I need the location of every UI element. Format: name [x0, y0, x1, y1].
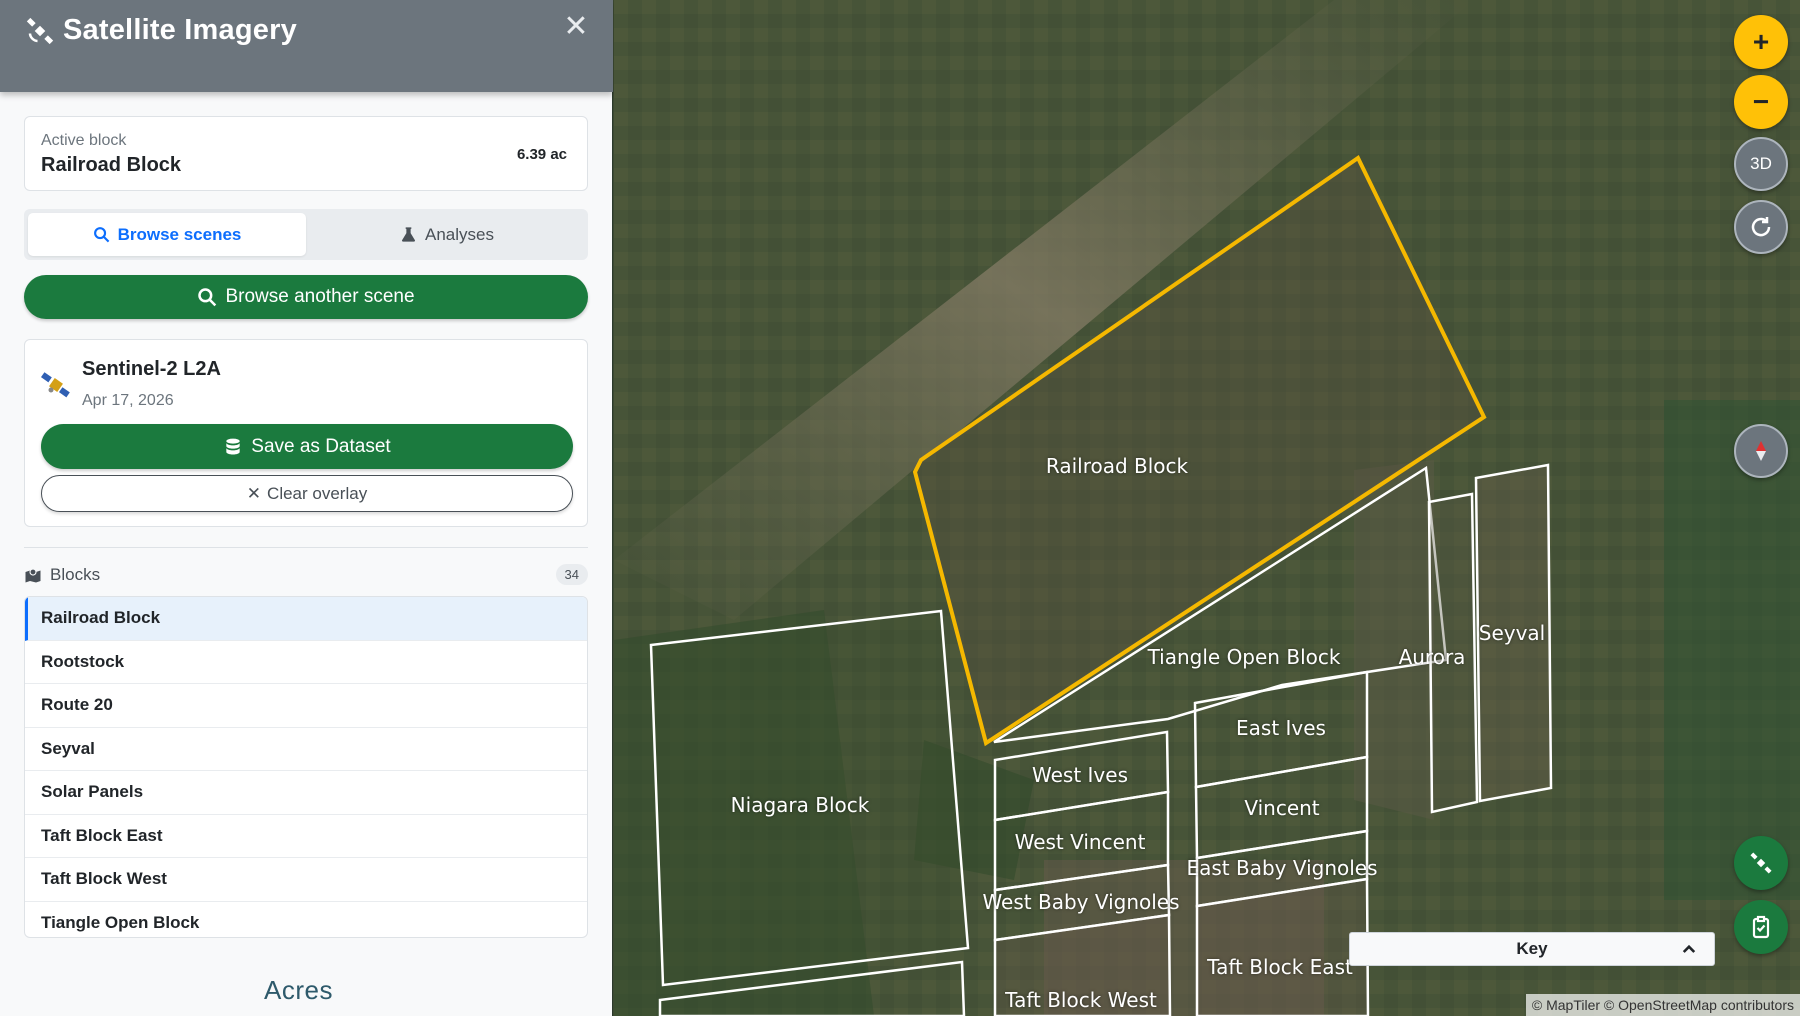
browse-another-scene-label: Browse another scene: [225, 286, 415, 307]
browse-another-scene-button[interactable]: Browse another scene: [24, 275, 588, 319]
scene-card: Sentinel-2 L2A Apr 17, 2026 Save as Data…: [24, 339, 588, 527]
search-icon: [93, 227, 109, 243]
save-as-dataset-label: Save as Dataset: [251, 435, 391, 457]
clipboard-button[interactable]: [1734, 900, 1788, 954]
map-label-tiangle: Tiangle Open Block: [1147, 645, 1341, 669]
map-label-seyval: Seyval: [1478, 621, 1546, 645]
map-icon: [25, 568, 41, 583]
blocks-header: Blocks 34: [24, 563, 588, 587]
map-label-aurora: Aurora: [1398, 645, 1466, 669]
section-divider: [24, 547, 588, 548]
map-key-label: Key: [1516, 939, 1548, 958]
satellite-layer-button[interactable]: [1734, 836, 1788, 890]
zoom-out-button[interactable]: −: [1734, 75, 1788, 129]
map-label-vincent: Vincent: [1244, 796, 1320, 820]
map-label-taft-block-east: Taft Block East: [1207, 955, 1353, 979]
acres-logo: Acres: [264, 975, 333, 1005]
block-item-seyval[interactable]: Seyval: [25, 728, 587, 771]
block-item-taft-block-west[interactable]: Taft Block West: [25, 858, 587, 902]
map-label-west-vincent: West Vincent: [1014, 830, 1146, 854]
clear-overlay-button[interactable]: ✕ Clear overlay: [41, 475, 573, 512]
block-item-solar-panels[interactable]: Solar Panels: [25, 771, 587, 815]
active-block-label: Active block: [41, 132, 127, 149]
map-view[interactable]: Railroad Block Tiangle Open Block Aurora…: [614, 0, 1800, 1016]
block-list: Railroad Block Rootstock Route 20 Seyval…: [24, 596, 588, 938]
blocks-count-badge: 34: [555, 564, 588, 585]
block-item-railroad-block[interactable]: Railroad Block: [25, 597, 587, 641]
close-icon[interactable]: ✕: [561, 12, 591, 42]
zoom-in-button[interactable]: +: [1734, 15, 1788, 69]
tab-browse-scenes[interactable]: Browse scenes: [28, 213, 306, 256]
active-block-card: Active block Railroad Block 6.39 ac: [24, 116, 588, 191]
toggle-3d-button[interactable]: 3D: [1734, 137, 1788, 191]
block-item-route-20[interactable]: Route 20: [25, 684, 587, 728]
map-label-railroad: Railroad Block: [1045, 454, 1189, 478]
map-attribution[interactable]: © MapTiler © OpenStreetMap contributors: [1525, 994, 1800, 1016]
map-label-east-baby-vignoles: East Baby Vignoles: [1186, 856, 1378, 880]
rotate-icon: [1751, 217, 1771, 237]
chevron-up-icon: [1682, 944, 1696, 953]
satellite-icon: [1750, 852, 1772, 874]
active-block-area: 6.39 ac: [516, 146, 567, 163]
flask-icon: [401, 227, 416, 242]
map-label-east-ives: East Ives: [1236, 716, 1326, 740]
search-icon: [198, 288, 217, 307]
block-item-taft-block-east[interactable]: Taft Block East: [25, 815, 587, 858]
reset-rotation-button[interactable]: [1734, 200, 1788, 254]
map-label-niagara: Niagara Block: [730, 793, 870, 817]
sidebar-panel: Satellite Imagery ✕ Active block Railroa…: [0, 0, 613, 1016]
map-key-toggle[interactable]: Key: [1349, 932, 1715, 966]
compass-button[interactable]: [1734, 424, 1788, 478]
tab-browse-scenes-label: Browse scenes: [117, 224, 242, 244]
tab-analyses[interactable]: Analyses: [308, 213, 586, 256]
panel-title: Satellite Imagery: [25, 14, 297, 47]
map-label-taft-block-west: Taft Block West: [1005, 988, 1157, 1012]
compass-icon: [1756, 441, 1766, 461]
tab-analyses-label: Analyses: [425, 224, 494, 244]
satellite-icon: [26, 17, 54, 44]
save-as-dataset-button[interactable]: Save as Dataset: [41, 424, 573, 469]
clipboard-check-icon: [1752, 915, 1770, 939]
blocks-heading: Blocks: [50, 565, 101, 584]
map-label-west-ives: West Ives: [1032, 763, 1128, 787]
block-item-rootstock[interactable]: Rootstock: [25, 641, 587, 684]
clear-overlay-label: Clear overlay: [267, 483, 368, 503]
scene-date: Apr 17, 2026: [82, 392, 174, 409]
block-item-tiangle-open-block[interactable]: Tiangle Open Block: [25, 902, 587, 938]
panel-header: Satellite Imagery ✕: [0, 0, 613, 92]
database-icon: [226, 438, 240, 454]
active-block-name: Railroad Block: [41, 154, 182, 176]
panel-title-text: Satellite Imagery: [63, 14, 297, 46]
satellite-color-icon: [41, 372, 70, 398]
scene-name: Sentinel-2 L2A: [82, 358, 221, 380]
x-icon: ✕: [246, 483, 262, 503]
tab-bar: Browse scenes Analyses: [24, 209, 588, 260]
map-label-west-baby-vignoles: West Baby Vignoles: [982, 890, 1180, 914]
